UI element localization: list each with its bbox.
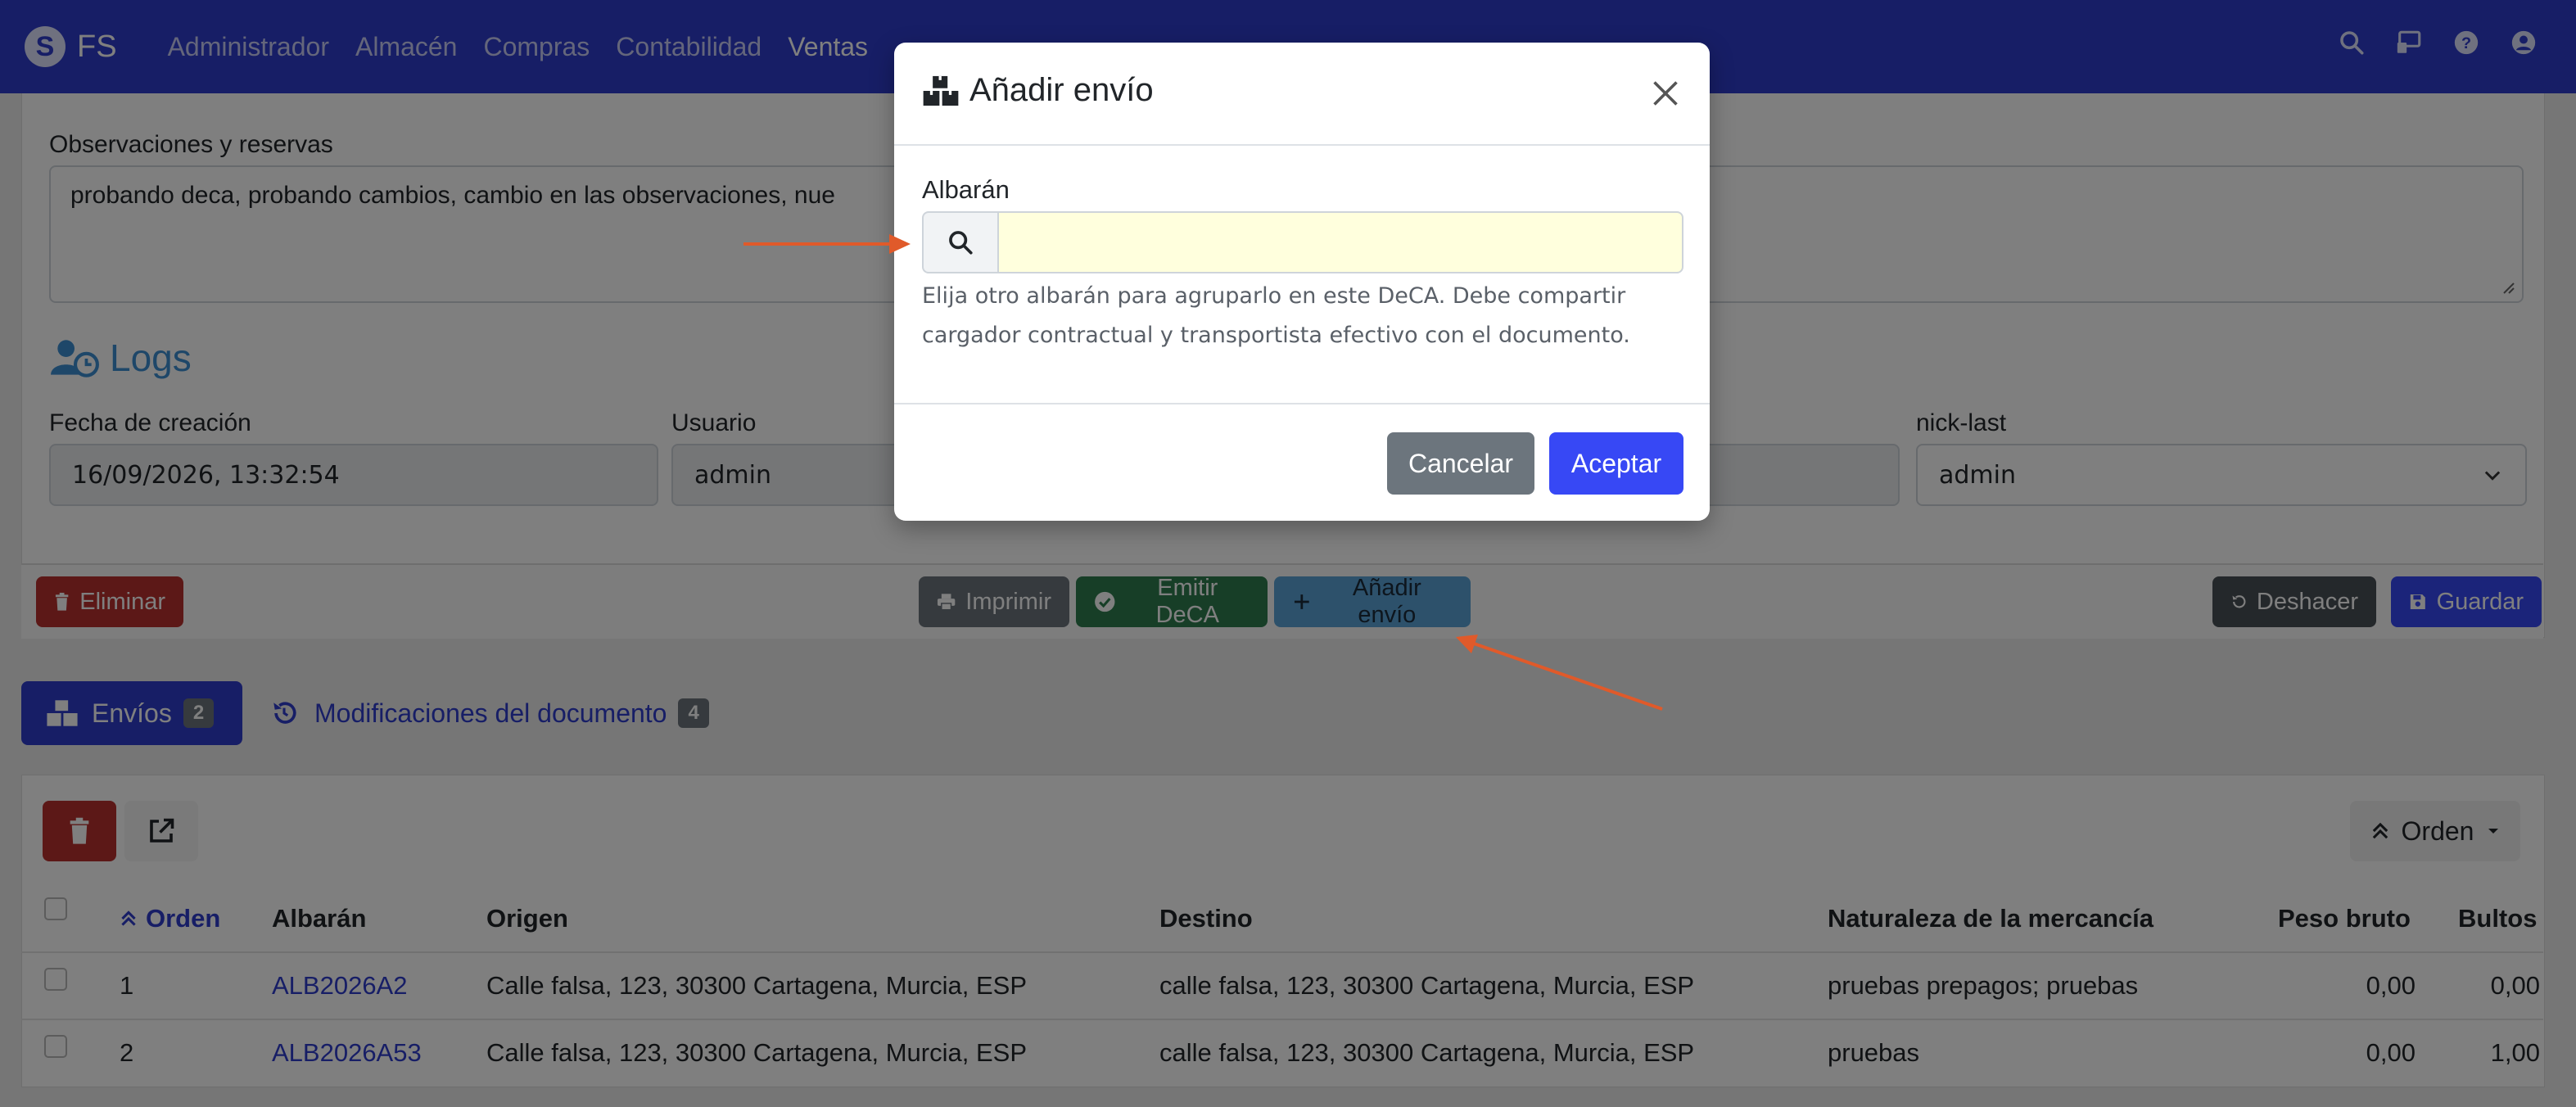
annotation-arrows	[743, 234, 1663, 711]
arrow-to-input-head	[889, 234, 911, 254]
arrow-to-add-button-head	[1456, 635, 1478, 653]
arrow-to-add-button-line	[1473, 642, 1663, 711]
